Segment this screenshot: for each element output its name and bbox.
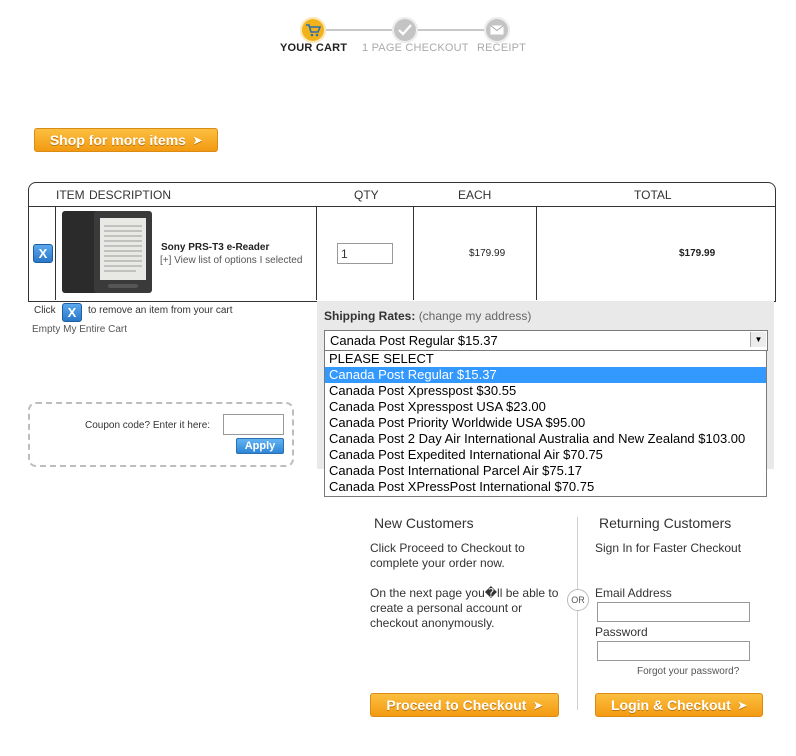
or-badge: OR [567, 589, 589, 611]
item-each-price: $179.99 [469, 248, 506, 259]
shipping-option[interactable]: Canada Post International Parcel Air $75… [325, 463, 766, 479]
envelope-icon [484, 17, 510, 43]
new-customers-title: New Customers [374, 515, 474, 531]
shipping-option[interactable]: Canada Post Xpresspost USA $23.00 [325, 399, 766, 415]
arrow-right-icon: ➤ [533, 699, 543, 712]
shop-more-label: Shop for more items [49, 132, 186, 148]
shipping-rate-dropdown: PLEASE SELECT Canada Post Regular $15.37… [324, 350, 767, 497]
header-qty: QTY [354, 188, 379, 202]
customer-divider [577, 517, 578, 710]
step-receipt: RECEIPT [477, 42, 527, 54]
product-name: Sony PRS-T3 e-Reader [161, 242, 270, 253]
remove-hint-before: Click [34, 305, 56, 316]
quantity-value: 1 [341, 247, 348, 261]
proceed-to-checkout-button[interactable]: Proceed to Checkout ➤ [370, 693, 559, 717]
email-label: Email Address [595, 586, 672, 600]
arrow-right-icon: ➤ [192, 134, 203, 147]
returning-customers-title: Returning Customers [599, 515, 732, 531]
login-checkout-button[interactable]: Login & Checkout ➤ [595, 693, 763, 717]
quantity-input[interactable]: 1 [337, 243, 393, 264]
shipping-option[interactable]: Canada Post 2 Day Air International Aust… [325, 431, 766, 447]
checkmark-icon [392, 17, 418, 43]
change-address-link[interactable]: (change my address) [419, 309, 532, 323]
table-divider [536, 206, 537, 300]
shipping-rate-select[interactable]: Canada Post Regular $15.37 ▼ [324, 330, 768, 351]
table-divider [55, 206, 56, 300]
shipping-rates-label: Shipping Rates: [324, 309, 416, 323]
shipping-label: Shipping Rates: (change my address) [324, 309, 531, 323]
shipping-option[interactable]: PLEASE SELECT [325, 351, 766, 367]
header-item: ITEM [56, 188, 85, 202]
email-field[interactable] [597, 602, 750, 622]
forgot-password-link[interactable]: Forgot your password? [637, 666, 739, 677]
shipping-option[interactable]: Canada Post Xpresspost $30.55 [325, 383, 766, 399]
cart-icon [300, 17, 326, 43]
password-field[interactable] [597, 641, 750, 661]
chevron-down-icon[interactable]: ▼ [750, 332, 766, 347]
header-total: TOTAL [634, 188, 672, 202]
item-total-price: $179.99 [679, 248, 716, 259]
shipping-option[interactable]: Canada Post Priority Worldwide USA $95.0… [325, 415, 766, 431]
remove-hint-icon: X [62, 303, 82, 322]
new-customers-info: On the next page you�ll be able to creat… [370, 586, 559, 630]
shipping-option[interactable]: Canada Post Expedited International Air … [325, 447, 766, 463]
header-description: DESCRIPTION [89, 188, 172, 202]
step-checkout: 1 PAGE CHECKOUT [362, 42, 469, 54]
proceed-to-checkout-label: Proceed to Checkout [386, 697, 527, 713]
progress-line [326, 29, 394, 31]
apply-coupon-button[interactable]: Apply [236, 438, 284, 454]
login-checkout-label: Login & Checkout [611, 697, 731, 713]
product-image [60, 210, 154, 294]
new-customers-text: Click Proceed to Checkout to complete yo… [370, 541, 525, 570]
view-options-link[interactable]: [+] View list of options I selected [160, 255, 302, 266]
table-divider [413, 206, 414, 300]
arrow-right-icon: ➤ [737, 699, 747, 712]
coupon-label: Coupon code? Enter it here: [85, 420, 211, 431]
password-label: Password [595, 625, 648, 639]
empty-cart-link[interactable]: Empty My Entire Cart [32, 324, 127, 335]
coupon-input[interactable] [223, 414, 284, 435]
step-your-cart: YOUR CART [280, 42, 348, 54]
remove-hint-after: to remove an item from your cart [88, 305, 233, 316]
header-each: EACH [458, 188, 492, 202]
shipping-option[interactable]: Canada Post XPressPost International $70… [325, 479, 766, 495]
returning-customers-subtitle: Sign In for Faster Checkout [595, 541, 742, 555]
shop-more-button[interactable]: Shop for more items ➤ [34, 128, 218, 152]
remove-item-button[interactable]: X [33, 244, 53, 263]
table-divider [316, 206, 317, 300]
progress-line [418, 29, 486, 31]
shipping-option[interactable]: Canada Post Regular $15.37 [325, 367, 766, 383]
table-divider [28, 206, 775, 207]
shipping-selected-value: Canada Post Regular $15.37 [330, 333, 498, 348]
